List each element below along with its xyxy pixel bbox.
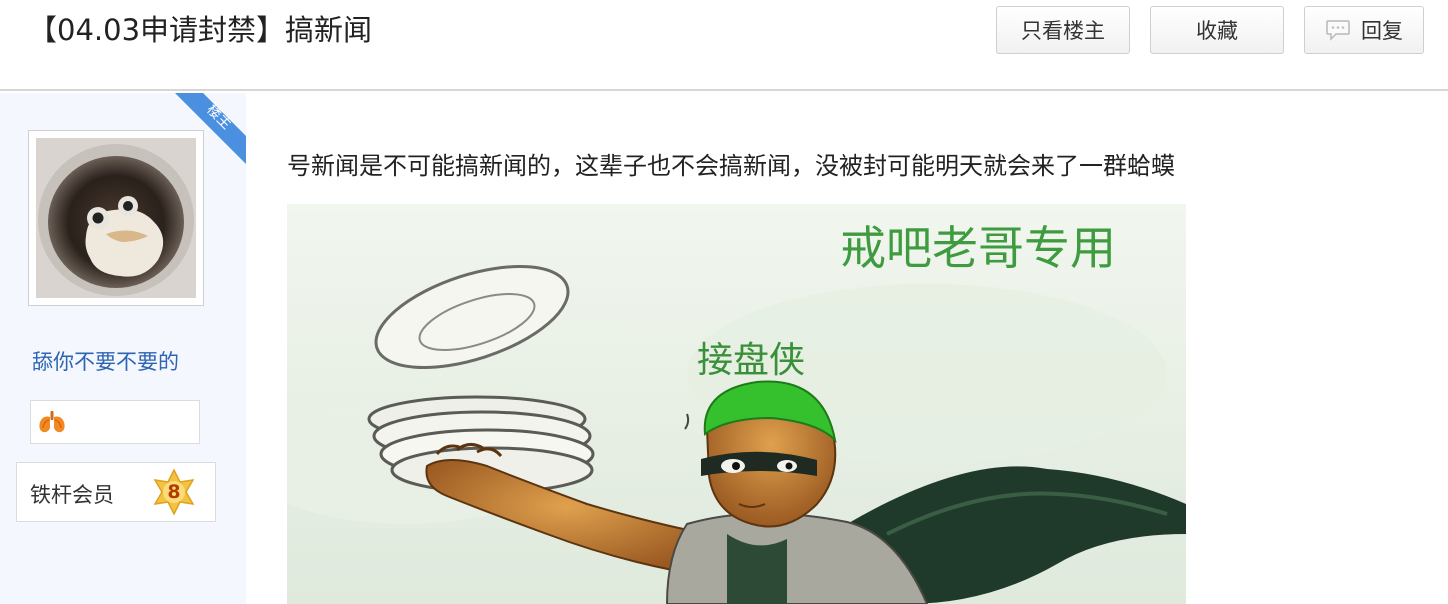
favorite-button[interactable]: 收藏 (1150, 6, 1284, 54)
thread-header: 【04.03申请封禁】搞新闻 只看楼主 收藏 回复 (0, 0, 1448, 91)
level-star-icon: 8 (151, 468, 197, 516)
level-title: 铁杆会员 (30, 483, 114, 507)
image-caption-top: 戒吧老哥专用 (840, 221, 1116, 275)
reply-label: 回复 (1361, 19, 1403, 43)
only-owner-button[interactable]: 只看楼主 (996, 6, 1130, 54)
author-username[interactable]: 舔你不要不要的 (32, 346, 179, 376)
fan-badge[interactable] (30, 400, 200, 444)
member-level[interactable]: 铁杆会员 8 (16, 462, 216, 522)
lung-badge-icon (37, 410, 67, 438)
image-caption-hero: 接盘侠 (697, 340, 805, 381)
reply-button[interactable]: 回复 (1304, 6, 1424, 54)
post-content: 号新闻是不可能搞新闻的，这辈子也不会搞新闻，没被封可能明天就会来了一群蛤蟆 (287, 152, 1175, 180)
favorite-label: 收藏 (1196, 19, 1238, 43)
level-number: 8 (167, 481, 181, 503)
comment-icon (1325, 19, 1351, 41)
thread-title: 【04.03申请封禁】搞新闻 (28, 13, 373, 47)
author-sidebar: 楼主 舔你不要不要的 铁杆会员 8 (0, 93, 246, 604)
avatar[interactable] (28, 130, 204, 306)
avatar-image (36, 138, 196, 298)
only-owner-label: 只看楼主 (1021, 19, 1105, 43)
post-image[interactable]: 戒吧老哥专用 接盘侠 (287, 204, 1186, 604)
